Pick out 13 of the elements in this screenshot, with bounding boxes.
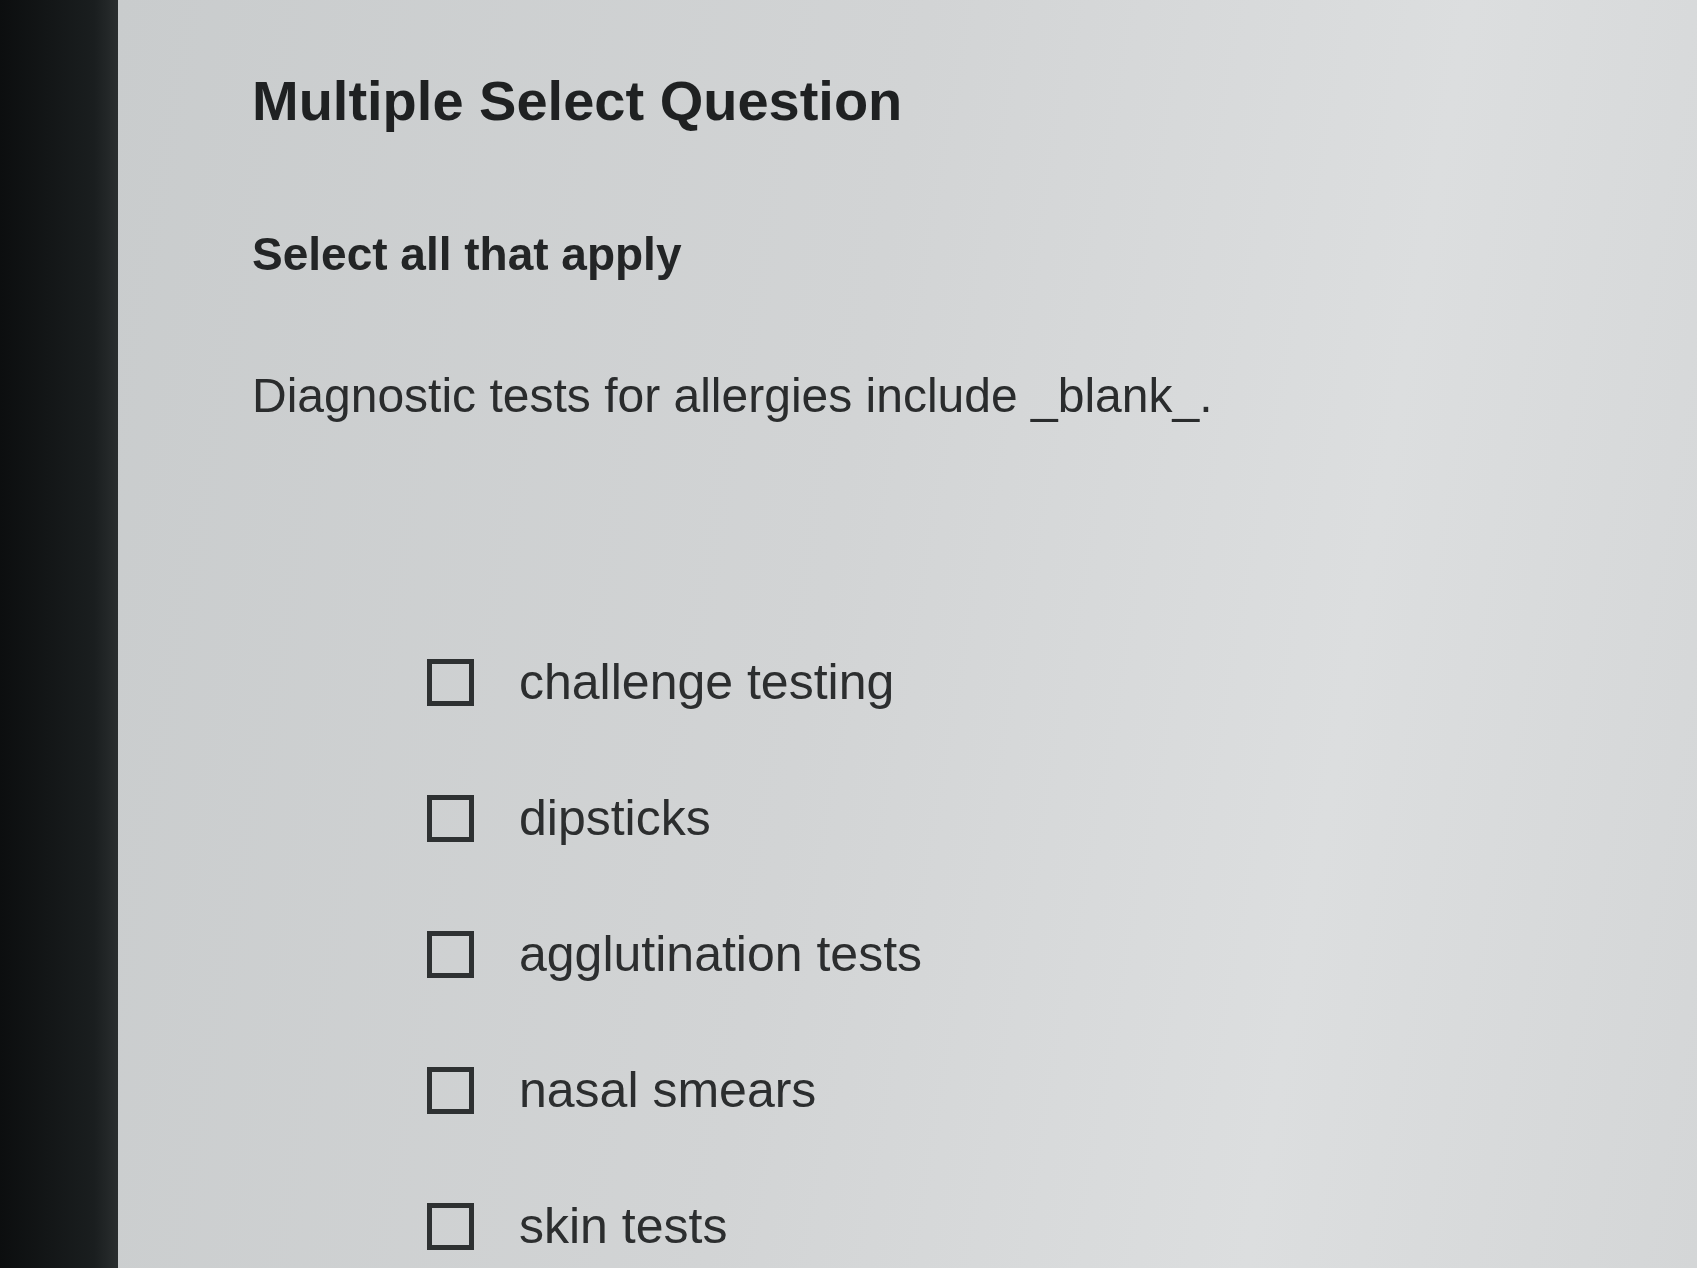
option-label[interactable]: agglutination tests [519,924,923,984]
checkbox[interactable] [427,1066,474,1114]
option-label[interactable]: skin tests [519,1196,728,1256]
option-label[interactable]: nasal smears [519,1060,817,1120]
checkbox[interactable] [427,794,474,842]
question-prompt: Diagnostic tests for allergies include _blank_. [252,368,1213,424]
checkbox[interactable] [427,930,474,978]
checkbox[interactable] [427,1202,474,1250]
question-type-heading: Multiple Select Question [252,68,903,134]
instruction-text: Select all that apply [252,227,682,282]
option-label[interactable]: dipsticks [519,788,711,848]
option-label[interactable]: challenge testing [519,652,895,712]
checkbox[interactable] [427,658,474,706]
